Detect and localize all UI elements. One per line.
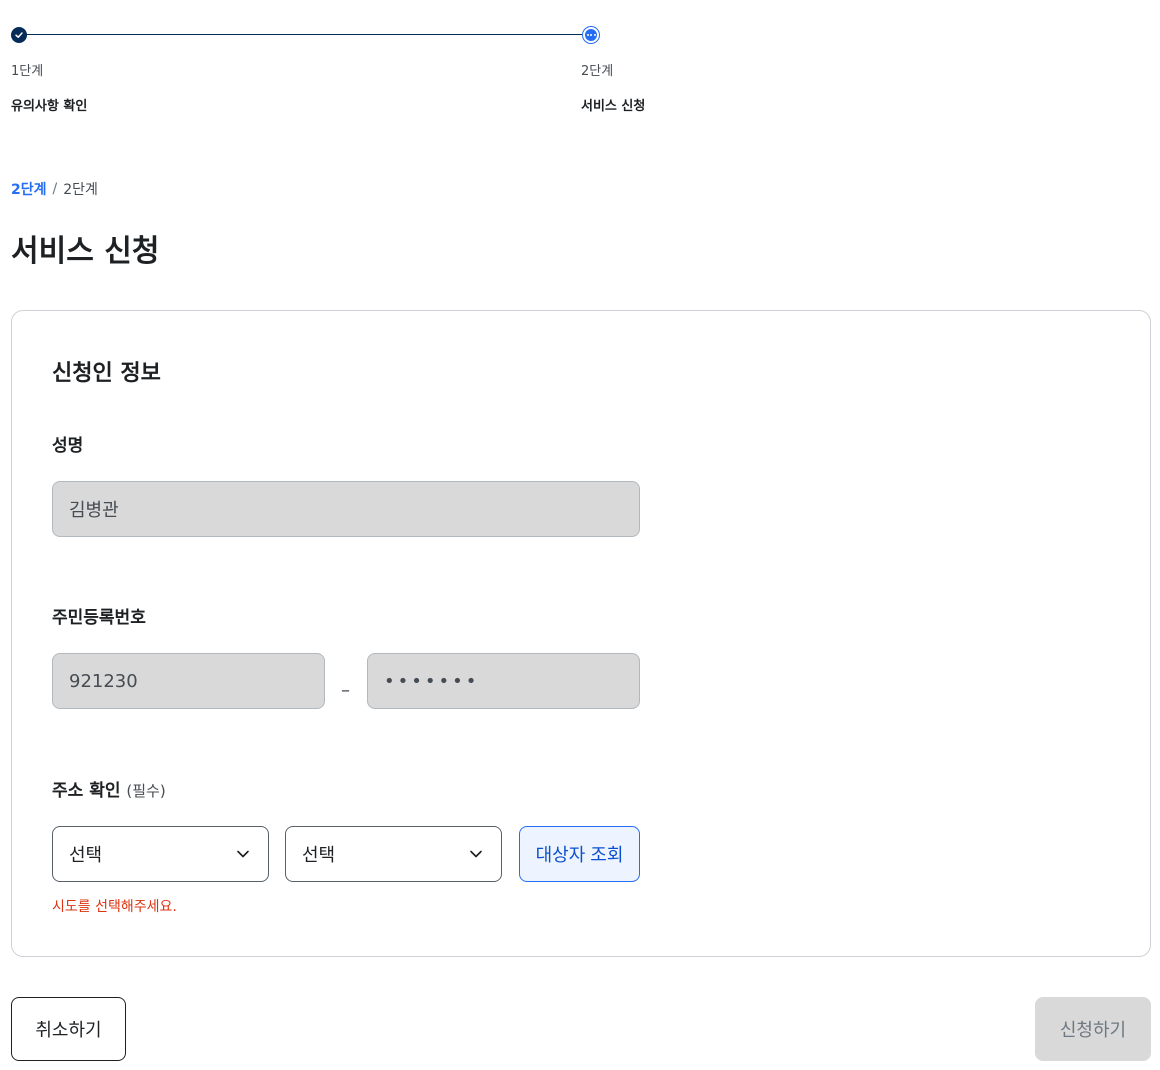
- address-label: 주소 확인 (필수): [52, 776, 166, 801]
- total-steps: 2단계: [63, 182, 98, 198]
- submit-button[interactable]: 신청하기: [1035, 997, 1151, 1061]
- step-indicator: 2단계 / 2단계: [11, 179, 98, 199]
- chevron-down-icon: [236, 847, 250, 861]
- step-2-current-icon: [582, 26, 600, 44]
- applicant-info-card: 신청인 정보 성명 김병관 주민등록번호 921230 – ••••••• 주소…: [11, 310, 1151, 957]
- address-label-text: 주소 확인: [52, 781, 121, 801]
- step-2-name: 서비스 신청: [581, 99, 646, 114]
- cancel-button[interactable]: 취소하기: [11, 997, 126, 1061]
- address-error-message: 시도를 선택해주세요.: [52, 899, 177, 915]
- step-2-number: 2단계: [581, 64, 614, 79]
- current-step: 2단계: [11, 182, 47, 198]
- stepper-line: [18, 34, 591, 35]
- sido-select-value: 선택: [69, 845, 103, 866]
- chevron-down-icon: [469, 847, 483, 861]
- step-1-number: 1단계: [11, 64, 44, 79]
- sido-select[interactable]: 선택: [52, 826, 269, 882]
- required-marker: (필수): [126, 782, 166, 800]
- lookup-button[interactable]: 대상자 조회: [519, 826, 640, 882]
- name-label: 성명: [52, 436, 84, 456]
- rrn-label: 주민등록번호: [52, 608, 146, 628]
- step-1-check-icon: [11, 27, 27, 43]
- name-field[interactable]: 김병관: [52, 481, 640, 537]
- progress-stepper: 1단계 유의사항 확인 2단계 서비스 신청: [0, 0, 1160, 130]
- step-separator: /: [52, 181, 58, 197]
- sigungu-select[interactable]: 선택: [285, 826, 502, 882]
- rrn-front-field[interactable]: 921230: [52, 653, 325, 709]
- page-title: 서비스 신청: [11, 234, 160, 269]
- rrn-dash: –: [341, 680, 350, 701]
- rrn-back-field[interactable]: •••••••: [367, 653, 640, 709]
- sigungu-select-value: 선택: [302, 845, 336, 866]
- section-title: 신청인 정보: [52, 361, 161, 386]
- step-1-name: 유의사항 확인: [11, 99, 88, 114]
